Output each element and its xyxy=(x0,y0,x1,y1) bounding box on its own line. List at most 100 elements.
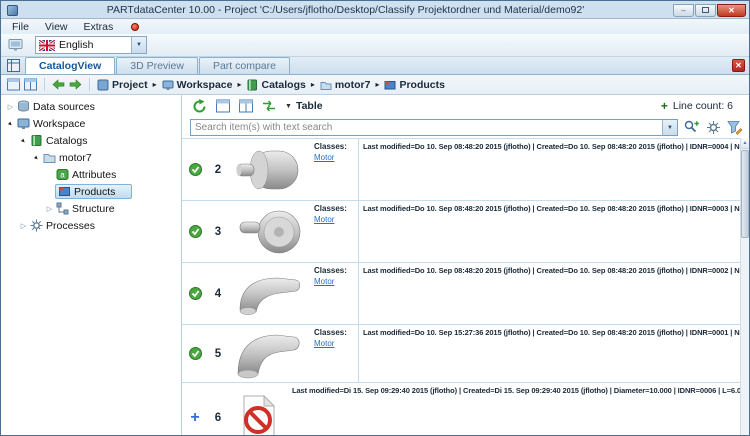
tree-label: Catalogs xyxy=(46,134,88,147)
products-icon xyxy=(59,187,70,196)
row-metadata: Last modified=Di 15. Sep 09:29:40 2015 (… xyxy=(292,386,740,395)
english-flag-icon xyxy=(39,39,55,51)
split-view-icon[interactable] xyxy=(239,99,253,113)
catalog-content: ▼ Table + Line count: 6 ▼ xyxy=(182,95,749,435)
menu-view[interactable]: View xyxy=(37,19,76,34)
catalogs-icon xyxy=(31,135,42,146)
view-tabs: CatalogView 3D Preview Part compare ✕ xyxy=(1,57,749,75)
tab-catalog-view[interactable]: CatalogView xyxy=(25,57,116,74)
line-count: + Line count: 6 xyxy=(661,99,733,113)
table-row[interactable]: 5 Classes: Motor Last modified=Do 10. Se… xyxy=(182,325,740,383)
classes-label: Classes: xyxy=(314,204,347,213)
breadcrumb-label: Project xyxy=(112,78,148,91)
part-thumbnail[interactable] xyxy=(228,201,312,262)
part-thumbnail[interactable] xyxy=(228,325,312,382)
tree-item-data-sources[interactable]: ▷ Data sources xyxy=(1,98,181,115)
scroll-up-icon[interactable]: ▲ xyxy=(741,138,749,149)
vertical-scrollbar[interactable]: ▲ xyxy=(740,138,749,435)
class-link-motor[interactable]: Motor xyxy=(314,215,334,224)
tree-item-attributes[interactable]: ▷ a Attributes xyxy=(1,166,181,183)
chevron-icon: ▸ xyxy=(310,80,315,89)
class-link-motor[interactable]: Motor xyxy=(314,153,334,162)
table-view-selector[interactable]: ▼ Table xyxy=(285,100,323,112)
part-thumbnail[interactable] xyxy=(228,263,312,324)
window-split-icon[interactable] xyxy=(24,78,37,91)
table-row[interactable]: + 6 Last modified=Di 15. Sep 09:29:40 20… xyxy=(182,383,740,435)
table-row[interactable]: 4 Classes: Motor Last modified=Do 10. Se… xyxy=(182,263,740,325)
tab-part-compare[interactable]: Part compare xyxy=(198,57,290,74)
table-row[interactable]: 3 Classes: Motor Last modified=Do 10. Se… xyxy=(182,201,740,263)
maximize-button[interactable] xyxy=(695,3,716,17)
record-icon[interactable] xyxy=(131,22,140,31)
language-toolbar: English ▼ xyxy=(1,34,749,57)
tab-3d-preview[interactable]: 3D Preview xyxy=(116,57,198,74)
expander-icon[interactable]: ▸ xyxy=(30,151,43,164)
status-approved-icon xyxy=(182,263,208,324)
close-button[interactable]: ✕ xyxy=(717,3,746,17)
back-icon[interactable] xyxy=(52,79,65,90)
title-bar: PARTdataCenter 10.00 - Project 'C:/Users… xyxy=(1,1,749,18)
classes-cell: Classes: Motor xyxy=(312,263,358,324)
breadcrumb-motor7[interactable]: motor7 xyxy=(320,79,370,91)
class-link-motor[interactable]: Motor xyxy=(314,339,334,348)
minimize-button[interactable]: – xyxy=(673,3,694,17)
tree-item-workspace[interactable]: ▸ Workspace xyxy=(1,115,181,132)
sync-icon[interactable] xyxy=(262,99,276,113)
menu-file[interactable]: File xyxy=(4,19,37,34)
row-number: 4 xyxy=(214,287,222,300)
refresh-icon[interactable] xyxy=(192,98,207,114)
search-add-icon[interactable] xyxy=(684,120,700,135)
tree-item-motor7[interactable]: ▸ motor7 xyxy=(1,149,181,166)
expander-icon[interactable]: ▷ xyxy=(18,222,29,230)
tree-label: Processes xyxy=(46,219,96,232)
breadcrumb-workspace[interactable]: Workspace xyxy=(162,78,233,91)
filter-edit-icon[interactable] xyxy=(727,120,743,135)
tree-item-catalogs[interactable]: ▸ Catalogs xyxy=(1,132,181,149)
status-approved-icon xyxy=(182,139,208,200)
class-link-motor[interactable]: Motor xyxy=(314,277,334,286)
dropdown-arrow-icon: ▼ xyxy=(285,102,292,110)
add-line-icon[interactable]: + xyxy=(661,99,668,113)
product-table: 2 Classes: Motor Last modified=Do 10. Se… xyxy=(182,138,740,435)
search-dropdown-icon[interactable]: ▼ xyxy=(662,120,677,135)
breadcrumb-project[interactable]: Project xyxy=(97,79,148,91)
breadcrumb-catalogs[interactable]: Catalogs xyxy=(246,79,306,91)
breadcrumb-label: Workspace xyxy=(176,78,233,91)
separator xyxy=(89,78,90,91)
breadcrumb-products[interactable]: Products xyxy=(384,79,445,91)
row-metadata: Last modified=Do 10. Sep 08:48:20 2015 (… xyxy=(358,139,740,200)
view-selector-label: Table xyxy=(295,100,323,112)
forward-icon[interactable] xyxy=(69,79,82,90)
search-bar: ▼ xyxy=(182,117,749,138)
app-window: PARTdataCenter 10.00 - Project 'C:/Users… xyxy=(0,0,750,436)
expander-icon[interactable]: ▸ xyxy=(17,134,30,147)
tree-item-products[interactable]: ▷ Products xyxy=(1,183,181,200)
table-row[interactable]: 2 Classes: Motor Last modified=Do 10. Se… xyxy=(182,139,740,201)
expander-icon[interactable]: ▷ xyxy=(44,205,55,213)
search-settings-icon[interactable] xyxy=(706,120,721,135)
structure-icon xyxy=(56,202,69,215)
row-number: 3 xyxy=(214,225,222,238)
menu-extras[interactable]: Extras xyxy=(76,19,122,34)
tree-item-processes[interactable]: ▷ Processes xyxy=(1,217,181,234)
expander-icon[interactable]: ▸ xyxy=(4,117,17,130)
chevron-icon: ▸ xyxy=(152,80,157,89)
scrollbar-thumb[interactable] xyxy=(741,150,749,238)
svg-text:a: a xyxy=(60,171,65,180)
database-icon xyxy=(18,100,29,112)
expander-icon[interactable]: ▷ xyxy=(5,103,16,111)
products-icon xyxy=(384,80,396,89)
part-thumbnail[interactable] xyxy=(228,139,312,200)
language-combo[interactable]: English ▼ xyxy=(35,36,147,54)
blocked-document-thumbnail[interactable] xyxy=(228,383,288,435)
language-dropdown-icon[interactable]: ▼ xyxy=(131,37,146,53)
detail-view-icon[interactable] xyxy=(216,99,230,113)
row-number: 2 xyxy=(214,163,222,176)
plus-icon: + xyxy=(190,408,200,426)
window-title: PARTdataCenter 10.00 - Project 'C:/Users… xyxy=(106,4,585,16)
tree-label: Data sources xyxy=(33,100,95,113)
search-input[interactable] xyxy=(191,120,662,135)
tree-item-structure[interactable]: ▷ Structure xyxy=(1,200,181,217)
window-layout-icon[interactable] xyxy=(7,78,20,91)
close-view-button[interactable]: ✕ xyxy=(732,59,745,72)
